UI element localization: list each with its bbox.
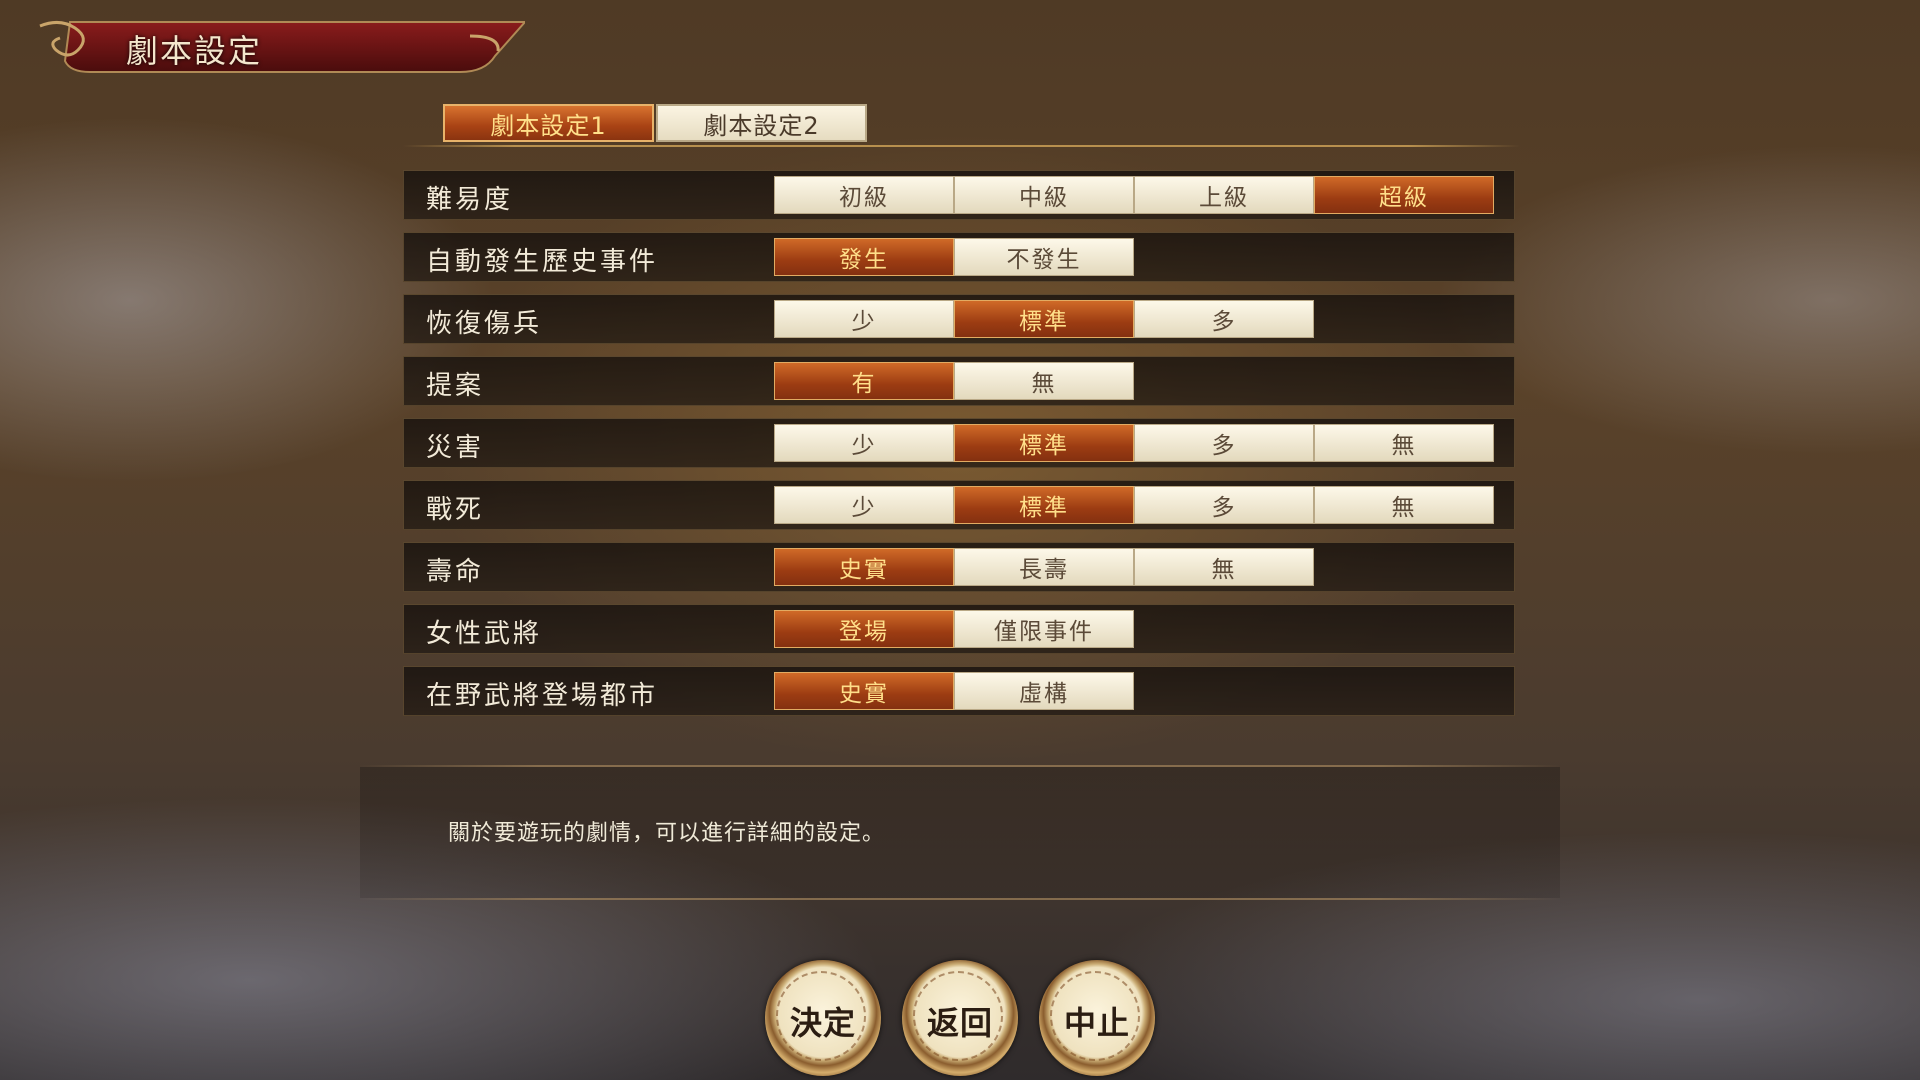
setting-option-button[interactable]: 無	[1314, 486, 1494, 524]
setting-options: 有無	[774, 362, 1134, 400]
setting-row: 女性武將 登場 僅限事件	[403, 604, 1515, 654]
title-banner: 劇本設定	[30, 16, 525, 78]
setting-option-button[interactable]: 長壽	[954, 548, 1134, 586]
setting-option-button[interactable]: 少	[774, 300, 954, 338]
setting-option-button[interactable]: 不發生	[954, 238, 1134, 276]
setting-option-button[interactable]: 無	[954, 362, 1134, 400]
setting-option-button[interactable]: 少	[774, 424, 954, 462]
setting-options: 史實 長壽無	[774, 548, 1314, 586]
setting-options: 少標準多無	[774, 486, 1494, 524]
setting-label: 提案	[426, 371, 485, 401]
back-button[interactable]: 返回	[902, 960, 1018, 1076]
setting-option-button[interactable]: 僅限事件	[954, 610, 1134, 648]
title-banner-frame-icon	[39, 21, 525, 73]
setting-options: 少標準多無	[774, 424, 1494, 462]
setting-option-button[interactable]: 標準	[954, 486, 1134, 524]
setting-label: 在野武將登場都市	[426, 681, 659, 711]
setting-label: 女性武將	[426, 619, 543, 649]
cancel-button-label: 中止	[1063, 1004, 1130, 1042]
setting-label: 戰死	[426, 495, 485, 525]
setting-options: 初級 中級 上級 超級	[774, 176, 1494, 214]
setting-options: 發生 不發生	[774, 238, 1134, 276]
tab-underline	[403, 145, 1520, 147]
setting-option-button[interactable]: 超級	[1314, 176, 1494, 214]
setting-label: 壽命	[426, 557, 485, 587]
setting-option-button[interactable]: 初級	[774, 176, 954, 214]
description-divider-top	[360, 765, 1560, 767]
setting-option-button[interactable]: 上級	[1134, 176, 1314, 214]
setting-option-button[interactable]: 史實	[774, 672, 954, 710]
confirm-button-label: 決定	[789, 1004, 856, 1042]
setting-row: 恢復傷兵 少標準多	[403, 294, 1515, 344]
description-divider-bottom	[360, 898, 1560, 900]
tab-bar: 劇本設定1 劇本設定2	[443, 104, 867, 144]
setting-option-button[interactable]: 史實	[774, 548, 954, 586]
settings-list: 難易度 初級 中級 上級 超級 自動發生歷史事件 發生 不發生 恢復傷兵少標準多提案有無災害少標…	[403, 170, 1515, 728]
setting-option-button[interactable]: 無	[1134, 548, 1314, 586]
setting-option-button[interactable]: 中級	[954, 176, 1134, 214]
setting-options: 少標準多	[774, 300, 1314, 338]
setting-option-button[interactable]: 多	[1134, 300, 1314, 338]
setting-option-button[interactable]: 有	[774, 362, 954, 400]
setting-row: 難易度 初級 中級 上級 超級	[403, 170, 1515, 220]
tab-scenario-settings-2[interactable]: 劇本設定2	[656, 104, 867, 142]
setting-option-button[interactable]: 標準	[954, 424, 1134, 462]
setting-option-button[interactable]: 登場	[774, 610, 954, 648]
setting-option-button[interactable]: 多	[1134, 424, 1314, 462]
back-button-label: 返回	[926, 1004, 993, 1042]
setting-label: 恢復傷兵	[426, 309, 543, 339]
confirm-button[interactable]: 決定	[765, 960, 881, 1076]
setting-option-button[interactable]: 發生	[774, 238, 954, 276]
setting-row: 災害 少標準多無	[403, 418, 1515, 468]
setting-row: 在野武將登場都市 史實 虛構	[403, 666, 1515, 716]
description-text: 關於要遊玩的劇情，可以進行詳細的設定。	[448, 821, 886, 846]
setting-option-button[interactable]: 標準	[954, 300, 1134, 338]
cancel-button[interactable]: 中止	[1039, 960, 1155, 1076]
setting-label: 自動發生歷史事件	[426, 247, 659, 277]
setting-option-button[interactable]: 虛構	[954, 672, 1134, 710]
setting-options: 登場 僅限事件	[774, 610, 1134, 648]
setting-row: 戰死 少標準多無	[403, 480, 1515, 530]
setting-option-button[interactable]: 多	[1134, 486, 1314, 524]
setting-row: 自動發生歷史事件 發生 不發生	[403, 232, 1515, 282]
setting-row: 提案 有無	[403, 356, 1515, 406]
page-title: 劇本設定	[126, 32, 263, 70]
setting-option-button[interactable]: 少	[774, 486, 954, 524]
setting-label: 難易度	[426, 185, 514, 215]
tab-scenario-settings-1[interactable]: 劇本設定1	[443, 104, 654, 142]
setting-row: 壽命 史實 長壽無	[403, 542, 1515, 592]
setting-options: 史實 虛構	[774, 672, 1134, 710]
setting-option-button[interactable]: 無	[1314, 424, 1494, 462]
setting-label: 災害	[426, 433, 485, 463]
